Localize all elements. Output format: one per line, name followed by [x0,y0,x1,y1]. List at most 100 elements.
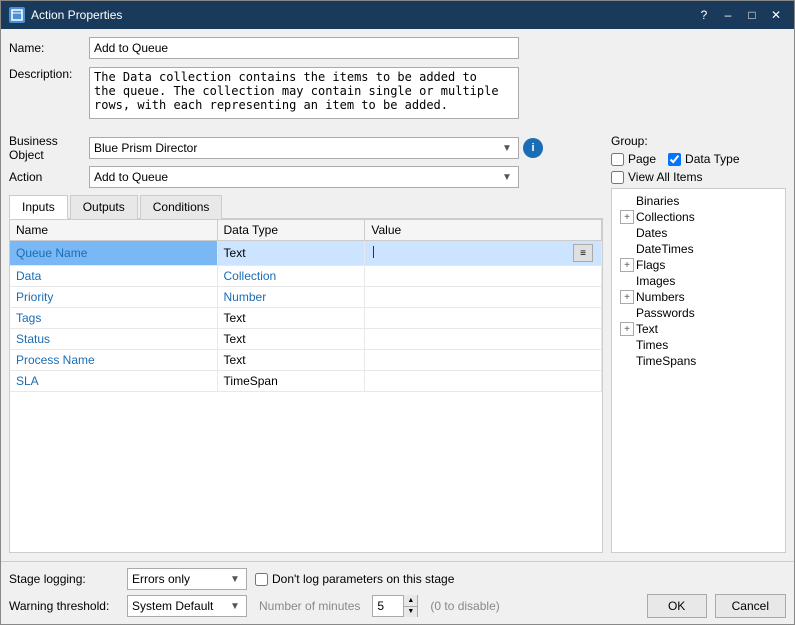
business-object-info-button[interactable]: i [523,138,543,158]
row-name-cell: Tags [10,308,217,329]
view-all-checkbox-row: View All Items [611,170,786,184]
cursor-indicator [373,246,374,258]
business-object-select[interactable]: Blue Prism Director [89,137,519,159]
row-type-cell: Text [217,329,365,350]
tree-item-dates[interactable]: Dates [616,225,781,241]
expand-icon[interactable]: + [620,210,634,224]
row-value-cell[interactable]: ≡ [365,241,602,266]
calc-button[interactable]: ≡ [573,244,593,262]
app-icon [9,7,25,23]
window-controls: ? – □ ✕ [694,5,786,25]
table-row[interactable]: Queue Name Text ≡ [10,241,602,266]
tree-item-label: Text [636,322,658,336]
tab-outputs[interactable]: Outputs [70,195,138,219]
action-label: Action [9,170,89,184]
row-value-cell [365,350,602,371]
minutes-label: Number of minutes [259,599,360,613]
col-header-name: Name [10,220,217,241]
row-value-cell [365,266,602,287]
tree-item-label: Numbers [636,290,685,304]
row-name-cell: SLA [10,371,217,392]
disable-note: (0 to disable) [430,599,499,613]
row-value-cell [365,371,602,392]
name-label: Name: [9,41,89,55]
title-bar: Action Properties ? – □ ✕ [1,1,794,29]
table-row[interactable]: Tags Text [10,308,602,329]
expand-icon[interactable]: + [620,258,634,272]
name-input[interactable] [89,37,519,59]
tree-item-images[interactable]: Images [616,273,781,289]
stage-logging-select[interactable]: Errors only [127,568,247,590]
tree-item-label: DateTimes [636,242,694,256]
left-panel: Business Object Blue Prism Director ▼ i … [9,134,603,553]
tree-item-times[interactable]: Times [616,337,781,353]
row-value-cell [365,329,602,350]
dont-log-text: Don't log parameters on this stage [272,572,454,586]
close-button[interactable]: ✕ [766,5,786,25]
tree-item-numbers[interactable]: + Numbers [616,289,781,305]
expand-icon[interactable]: + [620,290,634,304]
tree-item-binaries[interactable]: Binaries [616,193,781,209]
help-button[interactable]: ? [694,5,714,25]
description-wrapper: The Data collection contains the items t… [89,67,519,122]
tree-item-passwords[interactable]: Passwords [616,305,781,321]
name-row: Name: [9,37,786,59]
action-row: Action Add to Queue ▼ [9,166,603,188]
dont-log-checkbox[interactable] [255,573,268,586]
action-wrapper: Add to Queue ▼ [89,166,519,188]
row-name-cell: Queue Name [10,241,217,266]
action-select[interactable]: Add to Queue [89,166,519,188]
tab-inputs[interactable]: Inputs [9,195,68,219]
tree-item-datetimes[interactable]: DateTimes [616,241,781,257]
col-header-type: Data Type [217,220,365,241]
right-panel: Group: Page Data Type View All Items Bin… [611,134,786,553]
view-all-label: View All Items [628,170,702,184]
main-section: Business Object Blue Prism Director ▼ i … [9,134,786,553]
tree-item-label: Images [636,274,675,288]
spinner-down-button[interactable]: ▼ [403,607,417,618]
col-header-value: Value [365,220,602,241]
description-input[interactable]: The Data collection contains the items t… [89,67,519,119]
number-spinners: ▲ ▼ [403,595,417,617]
minutes-input[interactable] [373,596,403,616]
tree-item-label: Flags [636,258,665,272]
row-value-cell [365,287,602,308]
tree-item-label: Binaries [636,194,679,208]
table-row[interactable]: SLA TimeSpan [10,371,602,392]
stage-logging-row: Stage logging: Errors only ▼ Don't log p… [9,568,786,590]
table-row[interactable]: Priority Number [10,287,602,308]
table-row[interactable]: Process Name Text [10,350,602,371]
tree-item-flags[interactable]: + Flags [616,257,781,273]
tree-item-text[interactable]: + Text [616,321,781,337]
business-object-wrapper: Blue Prism Director ▼ [89,137,519,159]
ok-button[interactable]: OK [647,594,707,618]
business-object-row: Business Object Blue Prism Director ▼ i [9,134,603,162]
page-checkbox[interactable] [611,153,624,166]
view-all-checkbox[interactable] [611,171,624,184]
tab-conditions[interactable]: Conditions [140,195,223,219]
warning-threshold-wrapper: System Default ▼ [127,595,247,617]
spinner-up-button[interactable]: ▲ [403,595,417,607]
tree-item-label: Collections [636,210,695,224]
business-object-label: Business Object [9,134,89,162]
table-row[interactable]: Data Collection [10,266,602,287]
page-checkbox-label: Page [628,152,656,166]
cancel-button[interactable]: Cancel [715,594,786,618]
tree-item-timespans[interactable]: TimeSpans [616,353,781,369]
warning-threshold-select[interactable]: System Default [127,595,247,617]
stage-logging-wrapper: Errors only ▼ [127,568,247,590]
tree-item-collections[interactable]: + Collections [616,209,781,225]
tabs-bar: Inputs Outputs Conditions [9,194,603,219]
row-name-cell: Status [10,329,217,350]
row-value-cell [365,308,602,329]
table-row[interactable]: Status Text [10,329,602,350]
warning-threshold-row: Warning threshold: System Default ▼ Numb… [9,594,786,618]
data-type-checkbox[interactable] [668,153,681,166]
maximize-button[interactable]: □ [742,5,762,25]
tree-container: Binaries + Collections Dates DateTimes [611,188,786,553]
bottom-bar: Stage logging: Errors only ▼ Don't log p… [1,561,794,624]
expand-icon[interactable]: + [620,322,634,336]
main-window: Action Properties ? – □ ✕ Name: Descript… [0,0,795,625]
warning-threshold-label: Warning threshold: [9,599,119,613]
minimize-button[interactable]: – [718,5,738,25]
